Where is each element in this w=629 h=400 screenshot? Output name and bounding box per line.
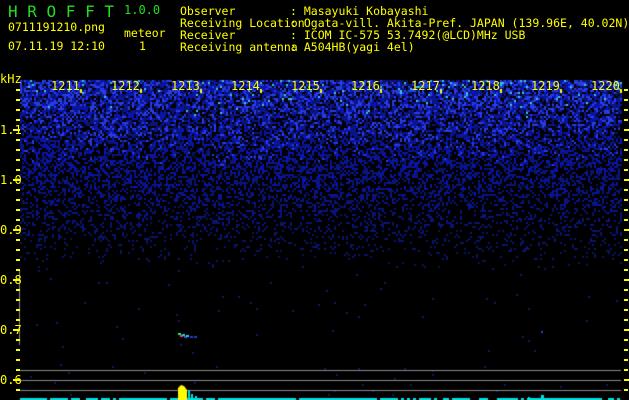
freq-tick: [624, 169, 628, 171]
freq-tick: [624, 89, 628, 91]
freq-tick: [16, 159, 20, 161]
freq-tick: [16, 169, 20, 171]
freq-tick: [624, 219, 628, 221]
time-label: 1219: [531, 79, 560, 93]
time-label: 1212: [111, 79, 140, 93]
time-label: 1216: [351, 79, 380, 93]
time-label: 1220: [591, 79, 620, 93]
freq-tick: [16, 339, 20, 341]
freq-tick: [16, 389, 20, 391]
freq-tick: [624, 109, 628, 111]
freq-tick: [16, 359, 20, 361]
freq-tick: [16, 119, 20, 121]
time-label: 1211: [51, 79, 80, 93]
freq-tick: [624, 289, 628, 291]
freq-tick: [624, 209, 628, 211]
freq-tick: [16, 219, 20, 221]
freq-tick: [624, 389, 628, 391]
freq-tick: [16, 289, 20, 291]
freq-tick: [16, 89, 20, 91]
time-label: 1218: [471, 79, 500, 93]
freq-tick: [624, 99, 628, 101]
freq-tick: [624, 149, 628, 151]
freq-tick: [624, 329, 629, 331]
freq-tick: [624, 309, 628, 311]
time-label: 1215: [291, 79, 320, 93]
freq-tick: [624, 269, 628, 271]
freq-tick: [16, 349, 20, 351]
freq-tick: [16, 199, 20, 201]
freq-tick: [624, 259, 628, 261]
unit-label: kHz: [0, 72, 22, 86]
freq-tick: [16, 189, 20, 191]
freq-tick: [16, 139, 20, 141]
freq-tick: [16, 249, 20, 251]
freq-tick: [624, 319, 628, 321]
freq-tick: [16, 239, 20, 241]
freq-tick: [624, 299, 628, 301]
freq-tick: [624, 249, 628, 251]
filename: 0711191210.png: [8, 20, 105, 34]
time-label: 1217: [411, 79, 440, 93]
datetime: 07.11.19 12:10: [8, 39, 105, 53]
freq-tick: [16, 319, 20, 321]
freq-tick: [624, 189, 628, 191]
freq-tick: [16, 369, 20, 371]
spectrogram-plot: [0, 0, 629, 400]
freq-tick: [624, 119, 628, 121]
freq-tick: [16, 209, 20, 211]
freq-tick: [624, 379, 629, 381]
freq-tick: [624, 349, 628, 351]
freq-tick: [624, 179, 629, 181]
freq-tick: [16, 109, 20, 111]
freq-tick: [624, 199, 628, 201]
freq-tick: [13, 329, 20, 331]
meteor-count: 1: [139, 39, 146, 53]
freq-tick: [624, 279, 629, 281]
freq-tick: [13, 179, 20, 181]
freq-tick: [16, 99, 20, 101]
freq-tick: [13, 379, 20, 381]
freq-tick: [624, 139, 628, 141]
freq-tick: [624, 369, 628, 371]
app-version: 1.0.0: [124, 3, 161, 17]
freq-tick: [16, 149, 20, 151]
info-label-antenna: Receiving antenna: [180, 40, 298, 54]
freq-tick: [13, 279, 20, 281]
freq-tick: [16, 269, 20, 271]
freq-tick: [624, 129, 629, 131]
meteor-label: meteor: [124, 26, 166, 40]
freq-tick: [624, 159, 628, 161]
freq-tick: [16, 259, 20, 261]
freq-tick: [624, 339, 628, 341]
freq-tick: [624, 229, 629, 231]
info-value-antenna: : A504HB(yagi 4el): [290, 40, 415, 54]
time-label: 1213: [171, 79, 200, 93]
freq-tick: [624, 239, 628, 241]
time-label: 1214: [231, 79, 260, 93]
app-title: H R O F F T: [8, 2, 114, 21]
freq-tick: [16, 299, 20, 301]
freq-tick: [13, 129, 20, 131]
freq-tick: [16, 309, 20, 311]
freq-tick: [624, 359, 628, 361]
freq-tick: [13, 229, 20, 231]
